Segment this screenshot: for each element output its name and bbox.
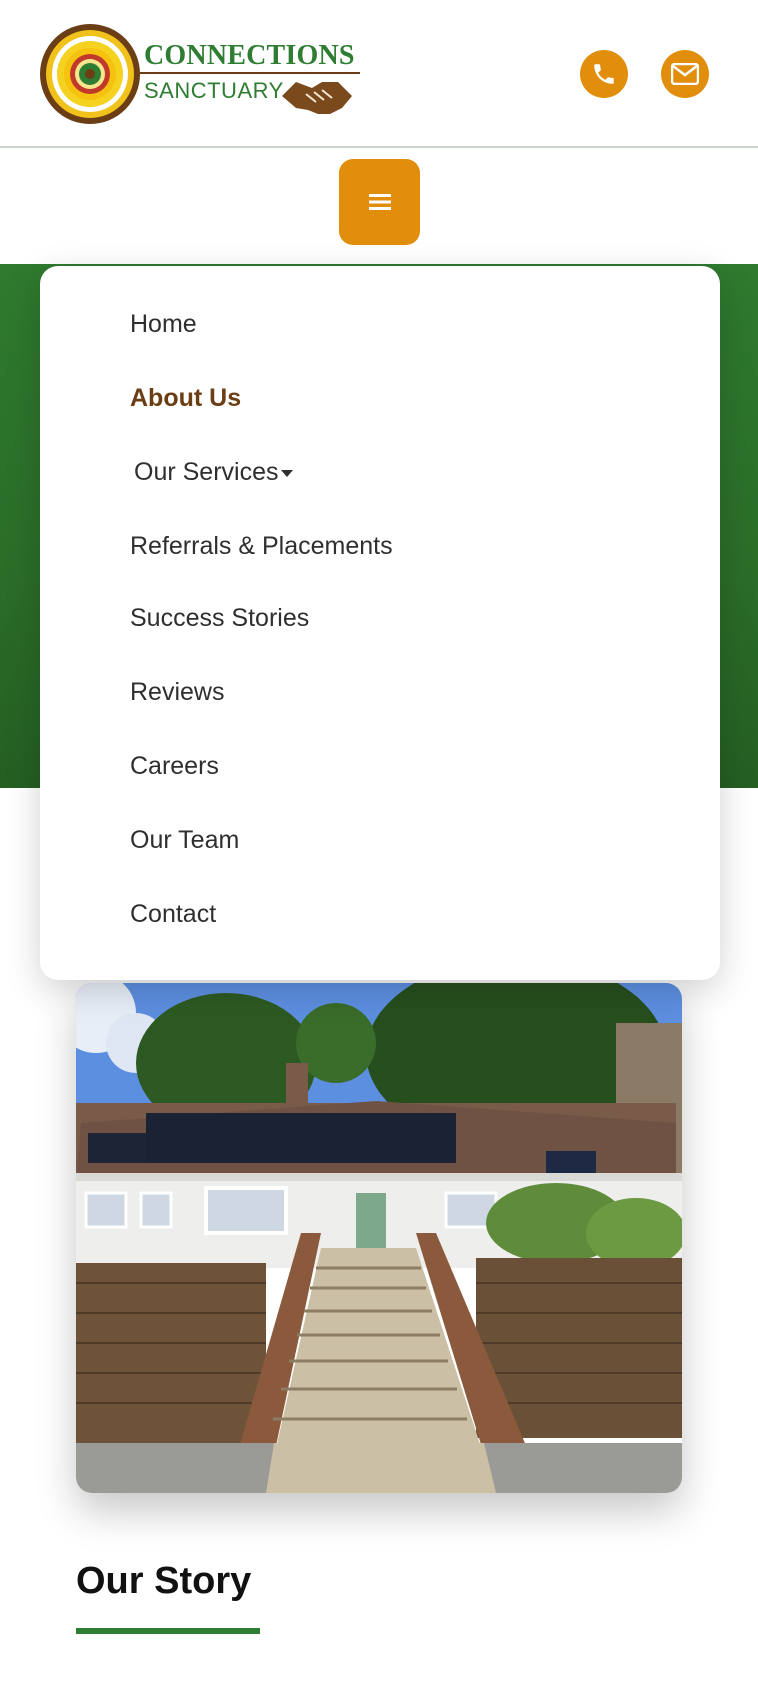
email-button[interactable] xyxy=(661,50,709,98)
menu-item-success-stories[interactable]: Success Stories xyxy=(130,604,309,633)
menu-toggle-button[interactable] xyxy=(339,159,420,245)
caret-down-icon xyxy=(281,470,294,478)
house-photo xyxy=(76,983,682,1493)
menu-item-label: About Us xyxy=(130,384,242,412)
menu-item-label: Our Services xyxy=(134,458,279,486)
menu-item-our-services[interactable]: Our Services xyxy=(134,458,294,487)
menu-item-label: Our Team xyxy=(130,826,240,854)
menu-item-home[interactable]: Home xyxy=(130,310,197,339)
handshake-icon xyxy=(282,82,352,114)
phone-button[interactable] xyxy=(580,50,628,98)
mail-icon xyxy=(671,63,699,85)
menu-item-label: Success Stories xyxy=(130,604,310,632)
phone-icon xyxy=(594,64,614,84)
site-header: CONNECTIONS SANCTUARY xyxy=(0,0,758,148)
section-title-our-story: Our Story xyxy=(76,1560,252,1602)
menu-item-label: Referrals & Placements xyxy=(130,532,393,560)
menu-item-label: Contact xyxy=(130,900,217,928)
menu-item-contact[interactable]: Contact xyxy=(130,900,216,929)
menu-item-about-us[interactable]: About Us xyxy=(130,384,241,413)
logo-wordmark-line2: SANCTUARY xyxy=(144,78,284,103)
logo-target-icon xyxy=(40,24,140,124)
menu-icon xyxy=(368,194,391,210)
menu-item-reviews[interactable]: Reviews xyxy=(130,678,224,707)
menu-item-careers[interactable]: Careers xyxy=(130,752,219,781)
logo-wordmark-line1: CONNECTIONS xyxy=(144,40,355,71)
mobile-nav-menu: Home About Us Our Services Referrals & P… xyxy=(40,266,720,980)
menu-item-our-team[interactable]: Our Team xyxy=(130,826,239,855)
section-title-underline xyxy=(76,1628,260,1634)
site-logo[interactable]: CONNECTIONS SANCTUARY xyxy=(38,20,360,130)
menu-item-label: Home xyxy=(130,310,197,338)
house-image xyxy=(76,983,682,1493)
menu-item-referrals-placements[interactable]: Referrals & Placements xyxy=(130,532,393,561)
menu-item-label: Reviews xyxy=(130,678,225,706)
menu-item-label: Careers xyxy=(130,752,219,780)
